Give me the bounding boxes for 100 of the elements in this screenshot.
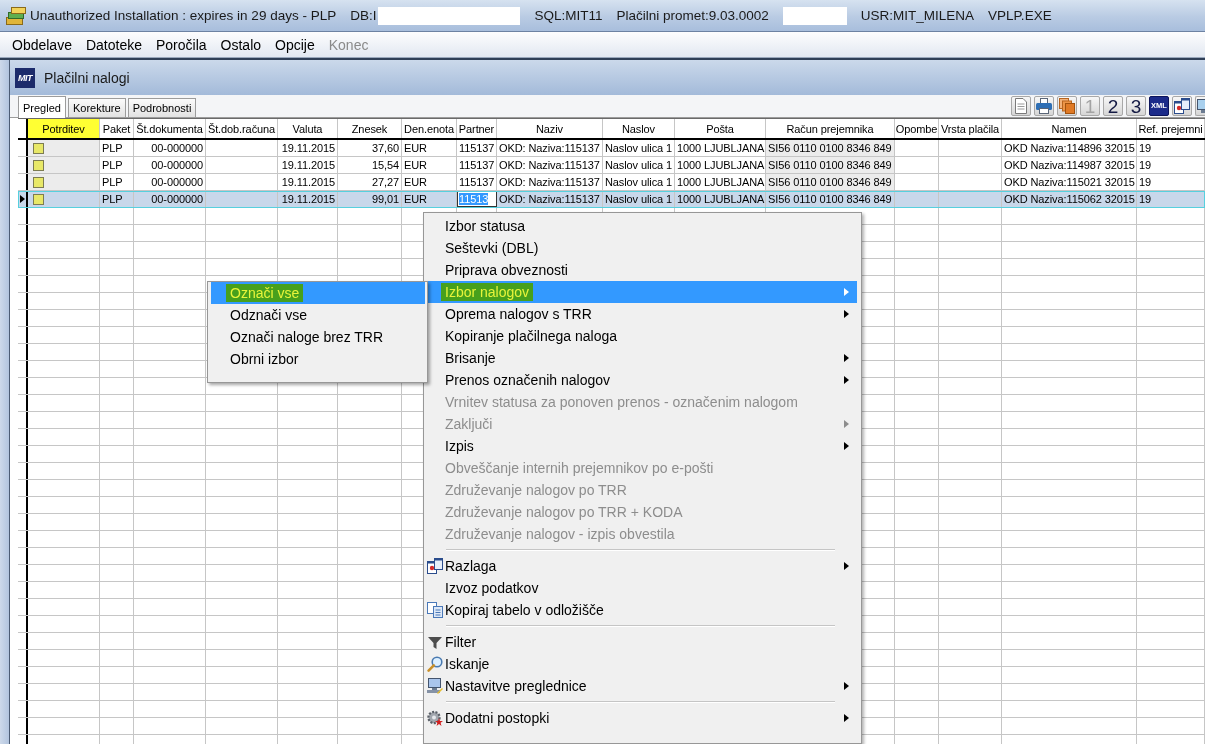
toolbar-button[interactable] bbox=[1172, 96, 1192, 116]
table-cell: OKD: Naziva:115137 bbox=[497, 157, 603, 173]
table-cell: Naslov ulica 1 bbox=[603, 157, 675, 173]
title-info: Plačilni promet:9.03.0002 bbox=[616, 8, 769, 23]
toolbar-button[interactable] bbox=[1034, 96, 1054, 116]
menu-item[interactable]: Priprava obveznosti bbox=[427, 259, 857, 281]
table-cell: OKD Naziva:115021 32015 bbox=[1002, 174, 1137, 190]
windows-icon bbox=[427, 558, 443, 574]
table-row[interactable]: PLP 00-000000 19.11.2015 27,27 EUR 115137 OKD: Naziva:115137 Naslov ulica 1 1000 LJUBLJANA SI56 0110 0100 8346 849 OKD Naziva:115021 32015 19 bbox=[18, 174, 1205, 191]
table-cell: 1000 LJUBLJANA bbox=[675, 191, 766, 207]
table-row[interactable]: PLP 00-000000 19.11.2015 37,60 EUR 115137 OKD: Naziva:115137 Naslov ulica 1 1000 LJUBLJANA SI56 0110 0100 8346 849 OKD Naziva:114896 32015 19 bbox=[18, 140, 1205, 157]
menu-item[interactable]: Nastavitve preglednice bbox=[427, 675, 857, 697]
column-header: Paket bbox=[100, 119, 134, 138]
menu-item[interactable]: Odznači vse bbox=[211, 304, 425, 326]
windows-icon bbox=[1174, 98, 1190, 114]
table-row[interactable]: PLP 00-000000 19.11.2015 15,54 EUR 115137 OKD: Naziva:115137 Naslov ulica 1 1000 LJUBLJANA SI56 0110 0100 8346 849 OKD Naziva:114987 32015 19 bbox=[18, 157, 1205, 174]
menu-item[interactable]: Izvoz podatkov bbox=[427, 577, 857, 599]
table-cell: 19 bbox=[1137, 140, 1205, 156]
current-row-icon bbox=[19, 195, 25, 203]
menu-item[interactable]: Razlaga bbox=[427, 555, 857, 577]
column-header: Potrditev bbox=[28, 119, 100, 138]
table-row[interactable]: PLP 00-000000 19.11.2015 99,01 EUR 11513 OKD: Naziva:115137 Naslov ulica 1 1000 LJUBLJANA SI56 0110 0100 8346 849 OKD Naziva:115062 32015 19 bbox=[18, 191, 1205, 208]
table-cell: 37,60 bbox=[338, 140, 402, 156]
menu-item[interactable]: Kopiraj tabelo v odložišče bbox=[427, 599, 857, 621]
table-cell: 115137 bbox=[457, 140, 497, 156]
toolbar-button[interactable] bbox=[1011, 96, 1031, 116]
table-cell: Naslov ulica 1 bbox=[603, 191, 675, 207]
menu-item[interactable]: Iskanje bbox=[427, 653, 857, 675]
table-cell: 99,01 bbox=[338, 191, 402, 207]
table-cell: 19 bbox=[1137, 191, 1205, 207]
table-cell: 00-000000 bbox=[134, 157, 206, 173]
checkbox[interactable] bbox=[33, 142, 44, 154]
menu-item[interactable]: Izbor statusa bbox=[427, 215, 857, 237]
table-cell: PLP bbox=[100, 174, 134, 190]
toolbar-button[interactable] bbox=[1057, 96, 1077, 116]
monitor-icon bbox=[1197, 98, 1205, 114]
table-cell: SI56 0110 0100 8346 849 bbox=[766, 174, 895, 190]
column-header: Den.enota bbox=[402, 119, 457, 138]
column-header: Opombe bbox=[895, 119, 939, 138]
table-cell: 115137 bbox=[457, 157, 497, 173]
table-cell: OKD Naziva:115062 32015 bbox=[1002, 191, 1137, 207]
menu-item[interactable]: Datoteke bbox=[78, 33, 149, 56]
menu-item[interactable]: Obrni izbor bbox=[211, 348, 425, 370]
tab[interactable]: Podrobnosti bbox=[127, 98, 197, 117]
tab[interactable]: Korekture bbox=[67, 98, 126, 117]
title-info: VPLP.EXE bbox=[988, 8, 1052, 23]
table-cell: 27,27 bbox=[338, 174, 402, 190]
column-header: Znesek bbox=[338, 119, 402, 138]
menu-item[interactable]: Označi naloge brez TRR bbox=[211, 326, 425, 348]
table-cell: PLP bbox=[100, 157, 134, 173]
document-icon bbox=[1013, 98, 1029, 114]
table-cell: 19 bbox=[1137, 157, 1205, 173]
menu-item[interactable]: Seštevki (DBL) bbox=[427, 237, 857, 259]
table-cell: 00-000000 bbox=[134, 191, 206, 207]
table-cell: OKD: Naziva:115137 bbox=[497, 140, 603, 156]
checkbox[interactable] bbox=[33, 193, 44, 205]
table-cell: 00-000000 bbox=[134, 174, 206, 190]
column-header: Naziv bbox=[497, 119, 603, 138]
toolbar-button[interactable] bbox=[1195, 96, 1205, 116]
tab[interactable]: Pregled bbox=[18, 96, 66, 118]
menu-item[interactable]: Brisanje bbox=[427, 347, 857, 369]
menu-item[interactable]: Oprema nalogov s TRR bbox=[427, 303, 857, 325]
menu-item[interactable]: Poročila bbox=[149, 33, 214, 56]
printer-icon bbox=[1036, 98, 1052, 114]
table-cell: PLP bbox=[100, 191, 134, 207]
menu-item[interactable]: Dodatni postopki bbox=[427, 707, 857, 729]
app-icon bbox=[6, 5, 26, 26]
column-header: Št.dokumenta bbox=[134, 119, 206, 138]
table-cell: SI56 0110 0100 8346 849 bbox=[766, 191, 895, 207]
menu-item[interactable]: Opcije bbox=[268, 33, 322, 56]
redaction-block bbox=[782, 6, 847, 25]
checkbox[interactable] bbox=[33, 159, 44, 171]
stacked-pages-icon bbox=[1059, 98, 1075, 114]
table-cell: 19.11.2015 bbox=[278, 191, 338, 207]
child-window-title: Plačilni nalogi bbox=[44, 69, 130, 86]
column-header: Ref. prejemni bbox=[1137, 119, 1205, 138]
column-header: Naslov bbox=[603, 119, 675, 138]
table-cell: 15,54 bbox=[338, 157, 402, 173]
menu-item[interactable]: Ostalo bbox=[213, 33, 269, 56]
table-cell: 19.11.2015 bbox=[278, 140, 338, 156]
table-cell: EUR bbox=[402, 174, 457, 190]
table-cell: 19 bbox=[1137, 174, 1205, 190]
checkbox[interactable] bbox=[33, 176, 44, 188]
toolbar-button[interactable]: 2 bbox=[1103, 96, 1123, 116]
toolbar-button[interactable]: 3 bbox=[1126, 96, 1146, 116]
title-info: SQL:MIT11 bbox=[534, 8, 603, 23]
column-header: Št.dob.računa bbox=[206, 119, 278, 138]
menu-item[interactable]: Izpis bbox=[427, 435, 857, 457]
menu-item[interactable]: Filter bbox=[427, 631, 857, 653]
table-cell: OKD: Naziva:115137 bbox=[497, 174, 603, 190]
menu-item[interactable]: Obdelave bbox=[5, 33, 79, 56]
logo: MIT bbox=[15, 67, 35, 88]
column-header: Pošta bbox=[675, 119, 766, 138]
column-header: Partner bbox=[457, 119, 497, 138]
menu-item[interactable]: Kopiranje plačilnega naloga bbox=[427, 325, 857, 347]
table-cell: 19.11.2015 bbox=[278, 157, 338, 173]
menu-item[interactable]: Prenos označenih nalogov bbox=[427, 369, 857, 391]
table-cell: 11513 bbox=[457, 191, 497, 207]
table-cell: SI56 0110 0100 8346 849 bbox=[766, 157, 895, 173]
copy-icon bbox=[427, 602, 443, 618]
